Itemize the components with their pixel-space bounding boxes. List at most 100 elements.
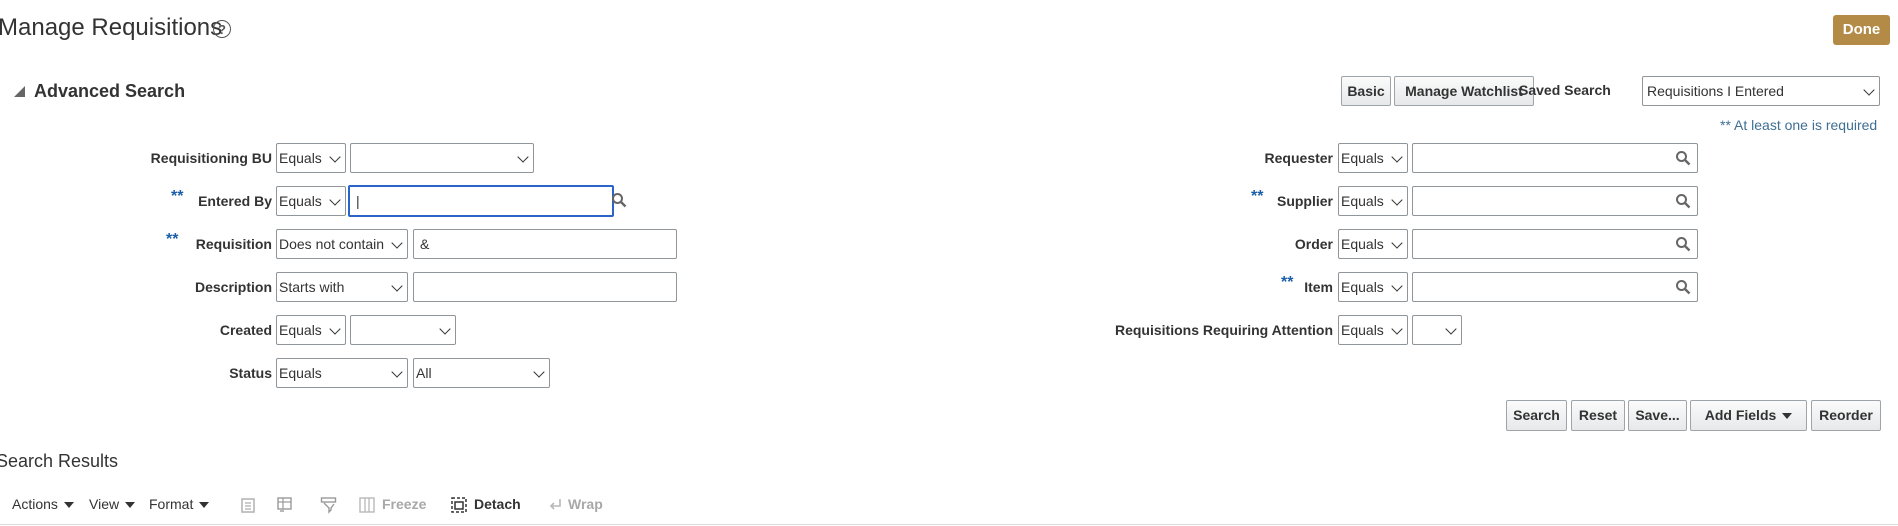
saved-search-select[interactable]: Requisitions I Entered xyxy=(1642,76,1880,106)
advanced-search-title: Advanced Search xyxy=(34,81,186,101)
freeze-button[interactable]: Freeze xyxy=(382,496,426,512)
requisition-operator[interactable]: Does not contain xyxy=(276,229,408,259)
attention-operator[interactable]: Equals xyxy=(1338,315,1408,345)
search-icon[interactable] xyxy=(1675,150,1691,166)
required-note: ** At least one is required xyxy=(1720,117,1878,133)
requisition-label: Requisition xyxy=(195,236,272,252)
chevron-down-icon xyxy=(329,323,341,335)
order-operator[interactable]: Equals xyxy=(1338,229,1408,259)
requester-operator[interactable]: Equals xyxy=(1338,143,1408,173)
chevron-down-icon xyxy=(1391,323,1403,335)
chevron-down-icon xyxy=(1391,194,1403,206)
requisitioning-bu-select[interactable] xyxy=(350,143,534,173)
created-operator[interactable]: Equals xyxy=(276,315,346,345)
entered-by-input[interactable]: | xyxy=(348,185,614,217)
entered-by-label: Entered By xyxy=(198,193,272,209)
item-operator[interactable]: Equals xyxy=(1338,272,1408,302)
basic-button[interactable]: Basic xyxy=(1341,76,1391,106)
detach-button[interactable]: Detach xyxy=(474,496,521,512)
actions-menu[interactable]: Actions xyxy=(12,496,74,512)
status-operator[interactable]: Equals xyxy=(276,358,408,388)
manage-watchlist-button[interactable]: Manage Watchlist xyxy=(1394,76,1534,106)
freeze-icon[interactable] xyxy=(358,496,376,514)
detach-icon[interactable] xyxy=(450,496,468,514)
filter-icon[interactable] xyxy=(320,496,338,514)
chevron-down-icon xyxy=(1445,323,1457,335)
requester-label: Requester xyxy=(1264,150,1333,166)
required-marker: ** xyxy=(1281,274,1294,291)
supplier-operator[interactable]: Equals xyxy=(1338,186,1408,216)
chevron-down-icon xyxy=(329,194,341,206)
divider xyxy=(0,524,1898,525)
chevron-down-icon xyxy=(439,323,451,335)
search-icon[interactable] xyxy=(611,192,627,208)
operator-value: Equals xyxy=(279,193,322,209)
description-input[interactable] xyxy=(413,272,677,302)
requisitioning-bu-label: Requisitioning BU xyxy=(150,150,272,166)
order-input[interactable] xyxy=(1412,229,1698,259)
chevron-down-icon xyxy=(329,151,341,163)
operator-value: Equals xyxy=(1341,322,1384,338)
requisition-input[interactable]: & xyxy=(413,229,677,259)
operator-value: Equals xyxy=(1341,150,1384,166)
search-icon[interactable] xyxy=(1675,193,1691,209)
done-button[interactable]: Done xyxy=(1833,15,1890,45)
supplier-label: Supplier xyxy=(1276,193,1333,209)
requester-input[interactable] xyxy=(1412,143,1698,173)
requisitioning-bu-operator[interactable]: Equals xyxy=(276,143,346,173)
operator-value: Equals xyxy=(279,365,322,381)
export-icon[interactable] xyxy=(239,496,257,514)
order-label: Order xyxy=(1294,236,1333,252)
operator-value: Equals xyxy=(1341,236,1384,252)
view-label: View xyxy=(89,496,120,512)
field-value: | xyxy=(356,193,360,209)
required-marker: ** xyxy=(1251,188,1264,205)
collapse-triangle-icon[interactable] xyxy=(14,86,25,97)
operator-value: Equals xyxy=(279,150,322,166)
operator-value: Starts with xyxy=(279,279,345,295)
reorder-button[interactable]: Reorder xyxy=(1811,400,1881,431)
caret-down-icon xyxy=(125,502,136,509)
attention-select[interactable] xyxy=(1412,315,1462,345)
item-input[interactable] xyxy=(1412,272,1698,302)
operator-value: Does not contain xyxy=(279,236,385,252)
status-label: Status xyxy=(229,365,272,381)
field-value: All xyxy=(416,365,432,381)
chevron-down-icon xyxy=(1391,151,1403,163)
help-icon[interactable]: ? xyxy=(213,20,231,38)
chevron-down-icon xyxy=(1391,280,1403,292)
grid-icon[interactable] xyxy=(276,496,294,514)
format-menu[interactable]: Format xyxy=(149,496,210,512)
reset-button[interactable]: Reset xyxy=(1571,400,1625,431)
caret-down-icon xyxy=(1782,413,1793,420)
search-icon[interactable] xyxy=(1675,279,1691,295)
chevron-down-icon xyxy=(1391,237,1403,249)
created-select[interactable] xyxy=(350,315,456,345)
supplier-input[interactable] xyxy=(1412,186,1698,216)
chevron-down-icon xyxy=(391,280,403,292)
operator-value: Equals xyxy=(1341,193,1384,209)
operator-value: Equals xyxy=(1341,279,1384,295)
wrap-button[interactable]: Wrap xyxy=(568,496,603,512)
field-value: & xyxy=(420,236,430,252)
page-title: Manage Requisitions xyxy=(0,14,223,41)
view-menu[interactable]: View xyxy=(89,496,136,512)
caret-down-icon xyxy=(199,502,210,509)
save-button[interactable]: Save... xyxy=(1628,400,1687,431)
item-label: Item xyxy=(1304,279,1333,295)
chevron-down-icon xyxy=(391,366,403,378)
status-select[interactable]: All xyxy=(413,358,550,388)
description-operator[interactable]: Starts with xyxy=(276,272,408,302)
caret-down-icon xyxy=(63,502,74,509)
search-results-title: Search Results xyxy=(0,451,119,471)
actions-label: Actions xyxy=(12,496,58,512)
wrap-icon[interactable] xyxy=(546,496,564,514)
search-button[interactable]: Search xyxy=(1506,400,1567,431)
search-icon[interactable] xyxy=(1675,236,1691,252)
add-fields-button[interactable]: Add Fields xyxy=(1690,400,1807,431)
add-fields-label: Add Fields xyxy=(1704,407,1777,423)
format-label: Format xyxy=(149,496,194,512)
entered-by-operator[interactable]: Equals xyxy=(276,186,346,216)
chevron-down-icon xyxy=(533,366,545,378)
saved-search-value: Requisitions I Entered xyxy=(1647,83,1784,99)
